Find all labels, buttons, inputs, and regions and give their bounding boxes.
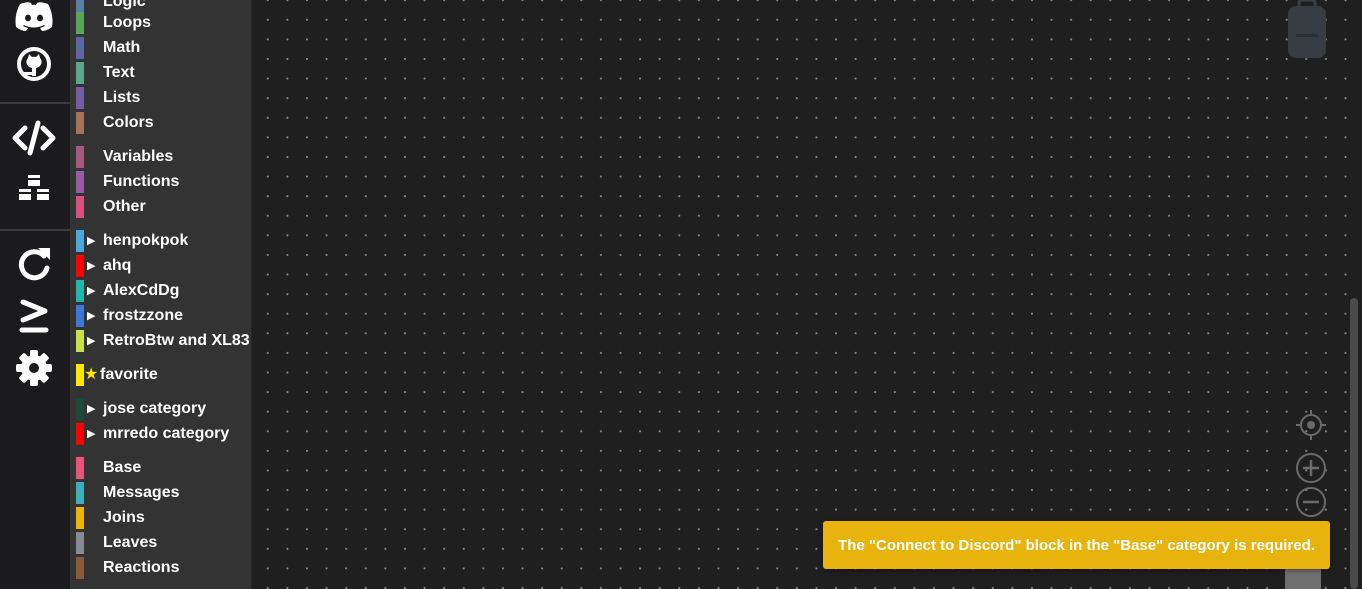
category-color-swatch	[76, 305, 84, 327]
category-joins[interactable]: Joins	[76, 507, 252, 529]
zoom-out-icon[interactable]	[1295, 486, 1327, 523]
rail-divider	[0, 229, 70, 231]
category-loops[interactable]: Loops	[76, 12, 252, 34]
expand-arrow-icon[interactable]: ▶	[87, 280, 98, 302]
category-retrobtw-and-xl83[interactable]: ▶ RetroBtw and XL83	[76, 330, 252, 352]
icon-rail	[0, 0, 70, 589]
expand-arrow-icon[interactable]: ▶	[87, 398, 98, 420]
category-favorite[interactable]: ★ favorite	[76, 364, 252, 386]
category-label: Logic	[103, 0, 146, 10]
category-label: favorite	[100, 366, 158, 383]
category-lists[interactable]: Lists	[76, 87, 252, 109]
category-label: Colors	[103, 114, 154, 131]
category-color-swatch	[76, 12, 84, 34]
category-label: jose category	[103, 400, 207, 417]
category-mrredo-category[interactable]: ▶ mrredo category	[76, 423, 252, 445]
category-color-swatch	[76, 62, 84, 84]
redo-icon[interactable]	[12, 242, 56, 286]
category-frostzzone[interactable]: ▶ frostzzone	[76, 305, 252, 327]
category-color-swatch	[76, 532, 84, 554]
category-other[interactable]: Other	[76, 196, 252, 218]
expand-arrow-icon[interactable]: ▶	[87, 330, 98, 352]
category-text[interactable]: Text	[76, 62, 252, 84]
category-functions[interactable]: Functions	[76, 171, 252, 193]
category-label: Text	[103, 64, 135, 81]
category-label: Other	[103, 198, 146, 215]
category-alexcddg[interactable]: ▶ AlexCdDg	[76, 280, 252, 302]
expand-arrow-icon[interactable]: ▶	[87, 255, 98, 277]
category-color-swatch	[76, 423, 84, 445]
category-color-swatch	[76, 280, 84, 302]
discord-icon[interactable]	[12, 0, 56, 38]
category-color-swatch	[76, 87, 84, 109]
category-color-swatch	[76, 255, 84, 277]
category-color-swatch	[76, 330, 84, 352]
category-leaves[interactable]: Leaves	[76, 532, 252, 554]
workspace-scrollbar[interactable]	[1350, 298, 1358, 589]
greater-equal-icon[interactable]	[12, 294, 56, 338]
category-label: ahq	[103, 257, 132, 274]
category-colors[interactable]: Colors	[76, 112, 252, 134]
category-toolbox: Logic Loops Math Text Lists Colors Variables Fu…	[70, 0, 252, 589]
category-color-swatch	[76, 37, 84, 59]
expand-arrow-icon[interactable]: ▶	[87, 305, 98, 327]
category-label: frostzzone	[103, 307, 183, 324]
category-label: Base	[103, 459, 142, 476]
backpack-icon[interactable]	[1287, 0, 1327, 58]
blockly-workspace[interactable]	[252, 0, 1362, 589]
category-color-swatch	[76, 171, 84, 193]
category-color-swatch	[76, 364, 84, 386]
trashcan-icon[interactable]	[1285, 569, 1321, 589]
category-label: henpokpok	[103, 232, 189, 249]
github-icon[interactable]	[12, 42, 56, 86]
category-label: Joins	[103, 509, 145, 526]
expand-arrow-icon[interactable]: ▶	[87, 230, 98, 252]
category-ahq[interactable]: ▶ ahq	[76, 255, 252, 277]
category-henpokpok[interactable]: ▶ henpokpok	[76, 230, 252, 252]
category-reactions[interactable]: Reactions	[76, 557, 252, 579]
category-label: Messages	[103, 484, 180, 501]
category-base[interactable]: Base	[76, 457, 252, 479]
gear-icon[interactable]	[12, 346, 56, 390]
category-label: Lists	[103, 89, 141, 106]
category-color-swatch	[76, 112, 84, 134]
category-color-swatch	[76, 146, 84, 168]
zoom-in-icon[interactable]	[1295, 452, 1327, 489]
star-icon: ★	[84, 366, 99, 383]
category-color-swatch	[76, 196, 84, 218]
category-jose-category[interactable]: ▶ jose category	[76, 398, 252, 420]
category-color-swatch	[76, 507, 84, 529]
category-label: Functions	[103, 173, 180, 190]
category-label: mrredo category	[103, 425, 230, 442]
category-color-swatch	[76, 457, 84, 479]
category-label: Reactions	[103, 559, 180, 576]
category-label: Variables	[103, 148, 174, 165]
category-color-swatch	[76, 557, 84, 579]
code-icon[interactable]	[12, 116, 56, 160]
category-color-swatch	[76, 482, 84, 504]
rail-divider	[0, 102, 70, 104]
category-label: Leaves	[103, 534, 158, 551]
category-label: AlexCdDg	[103, 282, 180, 299]
notification-toast[interactable]: The "Connect to Discord" block in the "B…	[823, 521, 1330, 569]
category-color-swatch	[76, 230, 84, 252]
category-messages[interactable]: Messages	[76, 482, 252, 504]
category-variables[interactable]: Variables	[76, 146, 252, 168]
toast-message: The "Connect to Discord" block in the "B…	[838, 536, 1315, 554]
category-math[interactable]: Math	[76, 37, 252, 59]
expand-arrow-icon[interactable]: ▶	[87, 423, 98, 445]
cubes-icon[interactable]	[12, 168, 56, 212]
recenter-icon[interactable]	[1295, 409, 1327, 446]
category-label: RetroBtw and XL83	[103, 332, 250, 349]
category-color-swatch	[76, 398, 84, 420]
category-label: Math	[103, 39, 141, 56]
category-label: Loops	[103, 14, 151, 31]
